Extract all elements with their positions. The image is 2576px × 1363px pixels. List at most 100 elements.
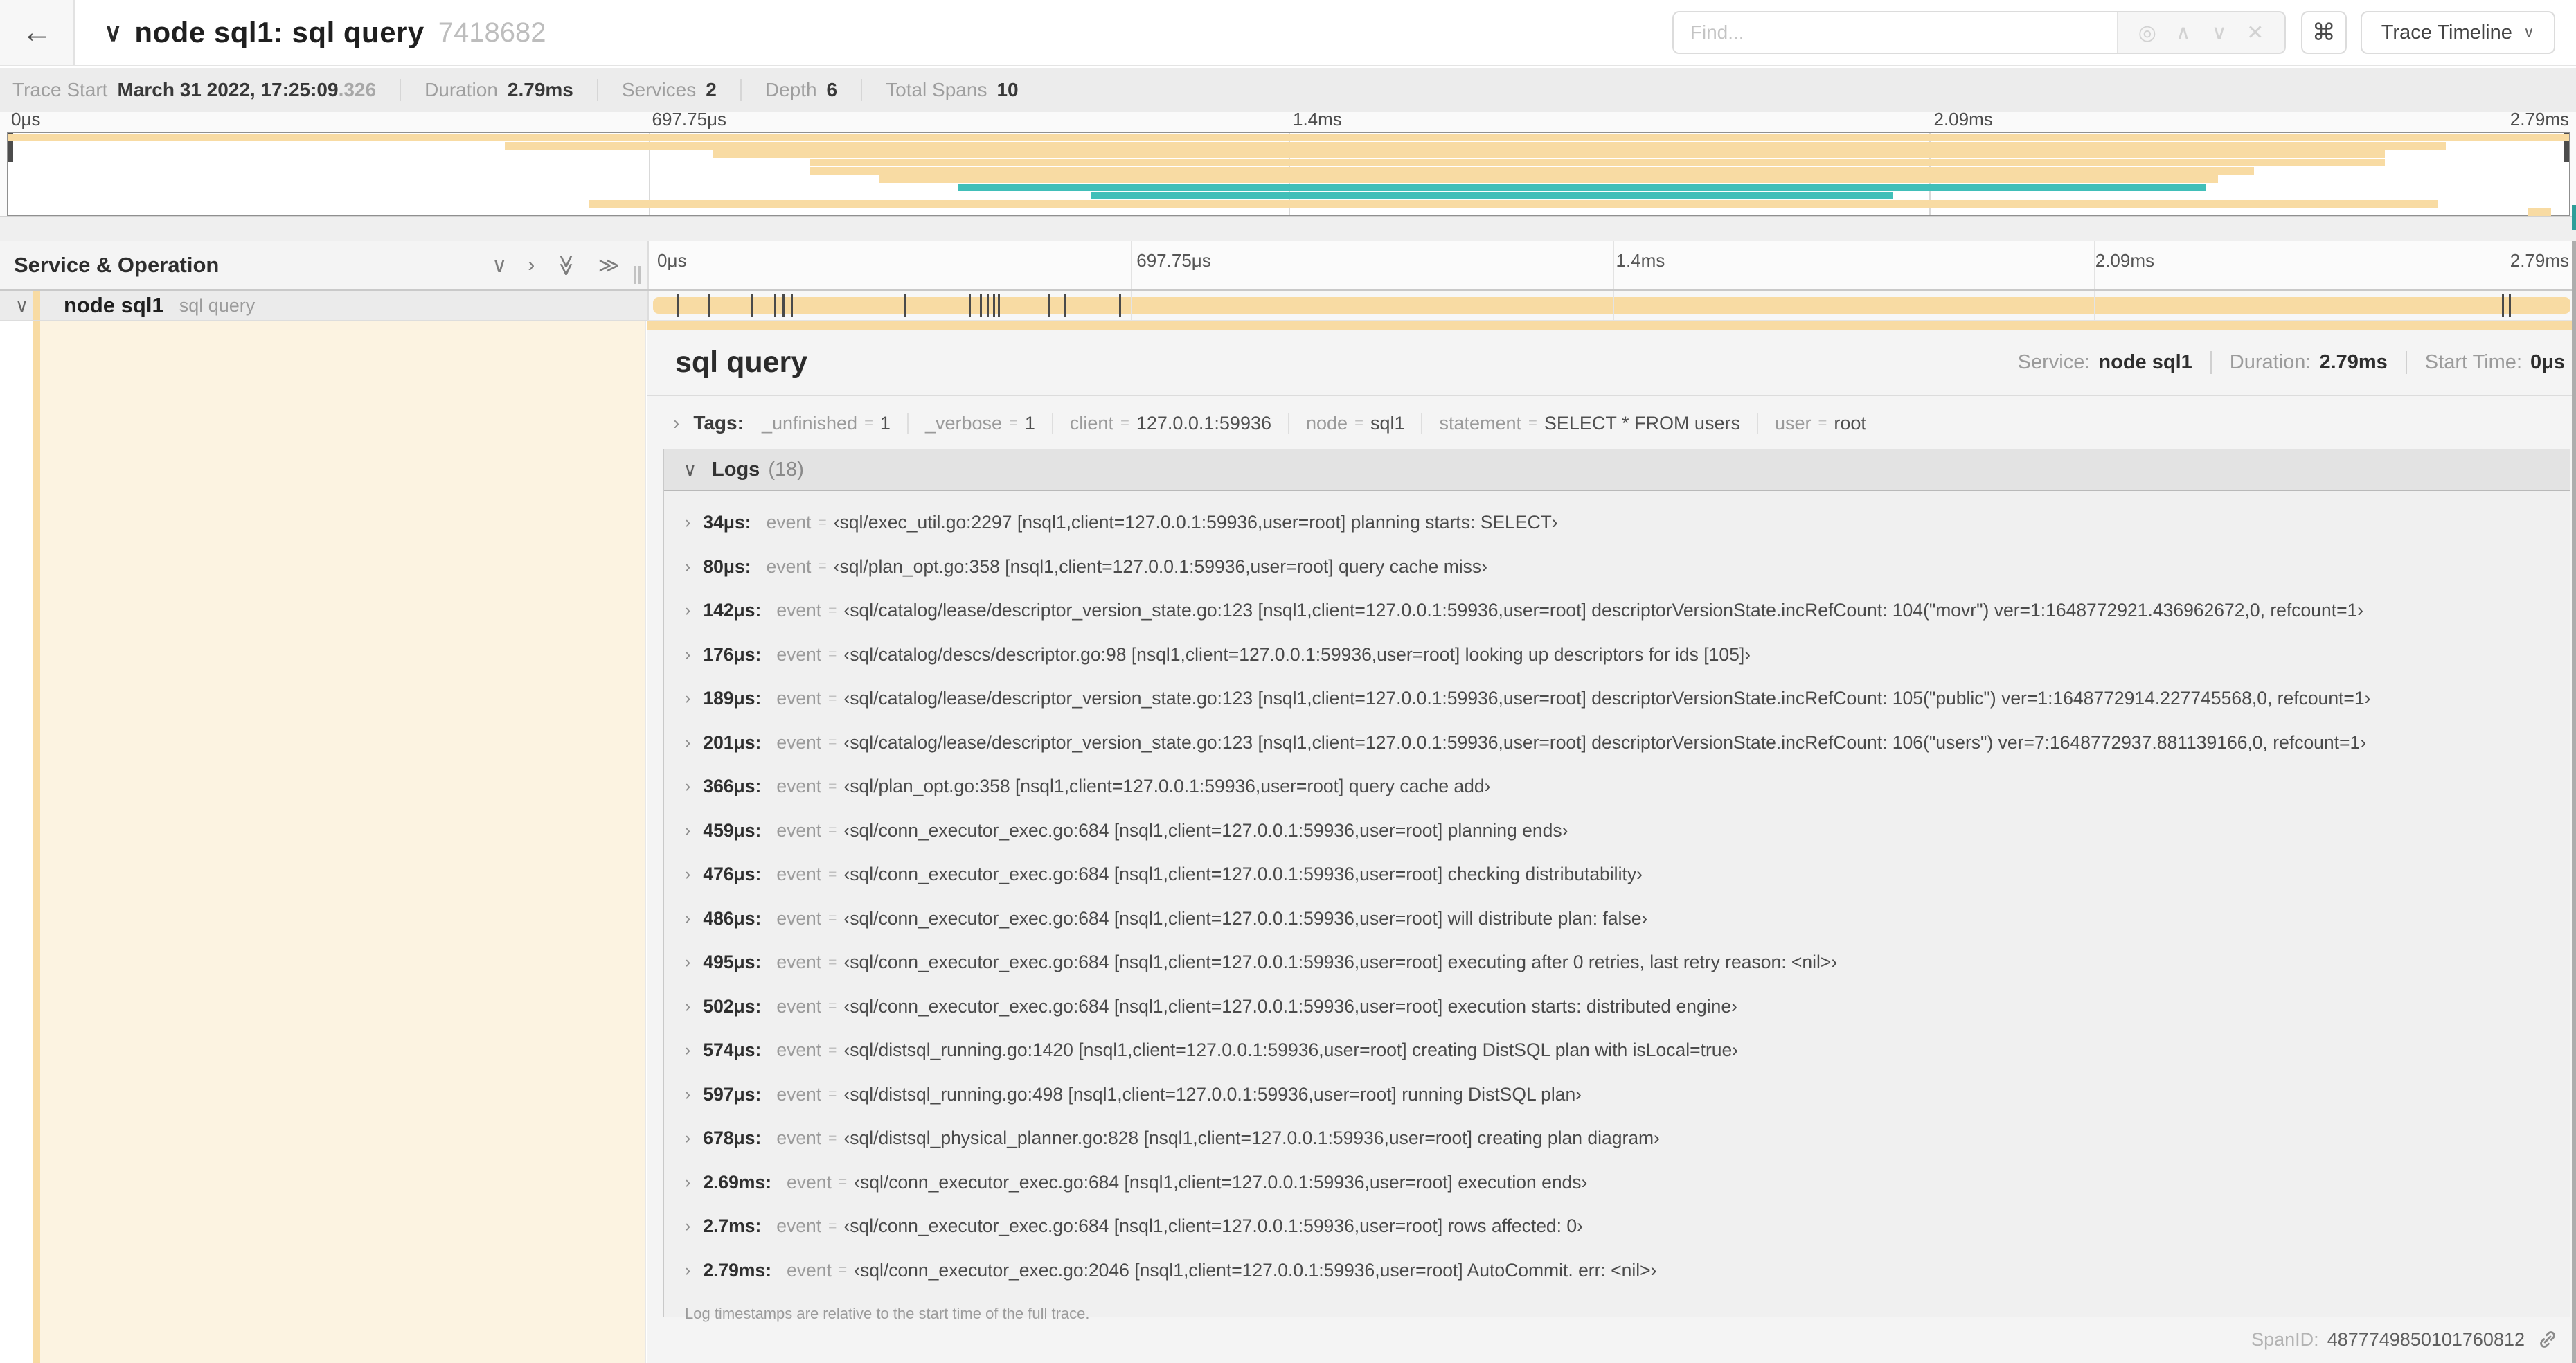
tag-item: _unfinished = 1 (762, 413, 891, 434)
equals-sign: = (838, 1174, 848, 1191)
equals-sign: = (1354, 414, 1363, 431)
tags-label: Tags: (693, 412, 744, 434)
span-detail-color-accent (33, 321, 40, 1363)
log-field-value: ‹sql/conn_executor_exec.go:2046 [nsql1,c… (854, 1259, 1657, 1281)
log-field-value: ‹sql/plan_opt.go:358 [nsql1,client=127.0… (843, 776, 1491, 797)
log-field-value: ‹sql/conn_executor_exec.go:684 [nsql1,cl… (843, 995, 1737, 1017)
minimap-canvas[interactable] (7, 132, 2570, 216)
log-field-value: ‹sql/conn_executor_exec.go:684 [nsql1,cl… (843, 864, 1643, 885)
log-row[interactable]: › 459μs: event = ‹sql/conn_executor_exec.go:… (664, 809, 2570, 853)
log-row[interactable]: › 678μs: event = ‹sql/distsql_physical_plann… (664, 1116, 2570, 1161)
keyboard-shortcuts-button[interactable]: ⌘ (2300, 11, 2347, 54)
log-marker (750, 294, 753, 317)
next-match-icon[interactable]: ∨ (2201, 21, 2237, 45)
focus-match-icon[interactable]: ◎ (2129, 21, 2165, 45)
log-row[interactable]: › 2.7ms: event = ‹sql/conn_executor_exec.go:… (664, 1204, 2570, 1249)
log-field-key: event (776, 1083, 822, 1105)
find-input[interactable] (1673, 12, 2117, 53)
span-row-timeline-cell (647, 291, 2576, 321)
log-timestamp: 201μs: (703, 731, 762, 753)
expand-all-icon[interactable]: ≫ (598, 253, 620, 278)
log-field-key: event (776, 1215, 822, 1237)
logs-header[interactable]: ∨ Logs (18) (664, 449, 2570, 491)
back-button[interactable]: ← (0, 0, 75, 65)
timeline-tick-label: 697.75μs (652, 109, 727, 130)
tags-chevron-icon: › (673, 412, 680, 434)
equals-sign: = (1528, 414, 1537, 431)
log-row[interactable]: › 2.79ms: event = ‹sql/conn_executor_exec.go… (664, 1249, 2570, 1293)
trace-info-value: March 31 2022, 17:25:09 (117, 79, 339, 100)
logs-chevron-icon: ∨ (683, 458, 697, 480)
tag-item: node = sql1 (1288, 412, 1404, 434)
log-field-key: event (766, 555, 812, 577)
tags-row[interactable]: › Tags: _unfinished = 1 _verbose = 1 client = 12… (647, 398, 2576, 449)
timeline-tick-label: 2.09ms (2095, 250, 2155, 271)
log-row-chevron-icon: › (685, 1216, 691, 1236)
log-row[interactable]: › 366μs: event = ‹sql/plan_opt.go:358 [nsql1… (664, 765, 2570, 809)
equals-sign: = (838, 1262, 848, 1279)
span-detail-title: sql query (675, 346, 808, 379)
timeline-tick-label: 1.4ms (1616, 250, 1665, 271)
service-operation-header: Service & Operation ∨ › ≫ ≫ (0, 241, 647, 289)
log-field-key: event (776, 643, 822, 665)
find-buttons: ◎ ∧ ∨ ✕ (2116, 12, 2284, 53)
log-row[interactable]: › 597μs: event = ‹sql/distsql_running.go:498… (664, 1073, 2570, 1117)
log-row-chevron-icon: › (685, 513, 691, 533)
log-row-chevron-icon: › (685, 908, 691, 928)
deep-link-icon[interactable] (2536, 1328, 2559, 1351)
span-bar[interactable] (653, 297, 2570, 314)
span-id-label: SpanID: (2251, 1328, 2319, 1350)
tag-value: 127.0.0.1:59936 (1136, 412, 1271, 434)
log-marker (2501, 294, 2504, 317)
expand-one-icon[interactable]: › (528, 253, 535, 277)
log-field-key: event (776, 907, 822, 929)
span-row-name-cell[interactable]: ∨ node sql1 sql query (0, 291, 647, 321)
log-row-chevron-icon: › (685, 732, 691, 752)
collapse-all-icon[interactable]: ≫ (554, 254, 578, 276)
span-detail-meta-value: 0μs (2530, 351, 2565, 373)
collapse-one-icon[interactable]: ∨ (492, 253, 507, 278)
prev-match-icon[interactable]: ∧ (2165, 21, 2201, 45)
minimap-tick-labels: 0μs 697.75μs 1.4ms 2.09ms 2.79ms (7, 109, 2570, 132)
log-timestamp: 495μs: (703, 952, 762, 973)
log-row[interactable]: › 142μs: event = ‹sql/catalog/lease/descript… (664, 589, 2570, 633)
trace-info-label: Total Spans (886, 79, 987, 100)
vertical-scrollbar[interactable] (2572, 241, 2576, 1363)
span-id-row: SpanID: 4877749850101760812 (2251, 1321, 2559, 1357)
log-row[interactable]: › 189μs: event = ‹sql/catalog/lease/descript… (664, 677, 2570, 721)
log-row[interactable]: › 476μs: event = ‹sql/conn_executor_exec.go:… (664, 853, 2570, 897)
timeline-tick-label: 1.4ms (1293, 109, 1342, 130)
log-row[interactable]: › 574μs: event = ‹sql/distsql_running.go:142… (664, 1028, 2570, 1073)
equals-sign: = (828, 1218, 837, 1234)
minimap-span-bar (1091, 192, 1893, 199)
log-row[interactable]: › 80μs: event = ‹sql/plan_opt.go:358 [nsql1,… (664, 545, 2570, 589)
log-row[interactable]: › 2.69ms: event = ‹sql/conn_executor_exec.go… (664, 1161, 2570, 1205)
tag-value: 1 (1024, 412, 1035, 434)
trace-info-item: Duration 2.79ms (400, 79, 573, 101)
minimap-span-bar (879, 175, 2219, 183)
log-row[interactable]: › 495μs: event = ‹sql/conn_executor_exec.go:… (664, 941, 2570, 985)
log-row[interactable]: › 502μs: event = ‹sql/conn_executor_exec.go:… (664, 985, 2570, 1029)
equals-sign: = (828, 910, 837, 927)
trace-view-selector[interactable]: Trace Timeline ∨ (2360, 11, 2555, 54)
log-row[interactable]: › 486μs: event = ‹sql/conn_executor_exec.go:… (664, 897, 2570, 941)
tag-key: _verbose (924, 412, 1003, 434)
log-field-value: ‹sql/conn_executor_exec.go:684 [nsql1,cl… (843, 952, 1838, 973)
log-field-key: event (776, 688, 822, 709)
log-row[interactable]: › 201μs: event = ‹sql/catalog/lease/descript… (664, 721, 2570, 765)
span-detail-meta-value: 2.79ms (2319, 351, 2388, 373)
log-marker (708, 294, 710, 317)
log-row[interactable]: › 34μs: event = ‹sql/exec_util.go:2297 [nsql… (664, 501, 2570, 545)
equals-sign: = (1009, 414, 1018, 431)
trace-collapse-chevron-icon[interactable]: ∨ (104, 18, 122, 47)
clear-find-icon[interactable]: ✕ (2237, 21, 2273, 45)
log-marker (782, 294, 785, 317)
column-resize-grip[interactable] (631, 266, 641, 284)
log-row[interactable]: › 176μs: event = ‹sql/catalog/descs/descript… (664, 633, 2570, 677)
log-field-key: event (776, 776, 822, 797)
tag-item: client = 127.0.0.1:59936 (1051, 412, 1271, 434)
tag-value: root (1834, 412, 1866, 434)
tag-item: statement = SELECT * FROM users (1421, 412, 1740, 434)
trace-info-value: 2 (706, 79, 717, 100)
log-timestamp: 2.69ms: (703, 1171, 772, 1193)
